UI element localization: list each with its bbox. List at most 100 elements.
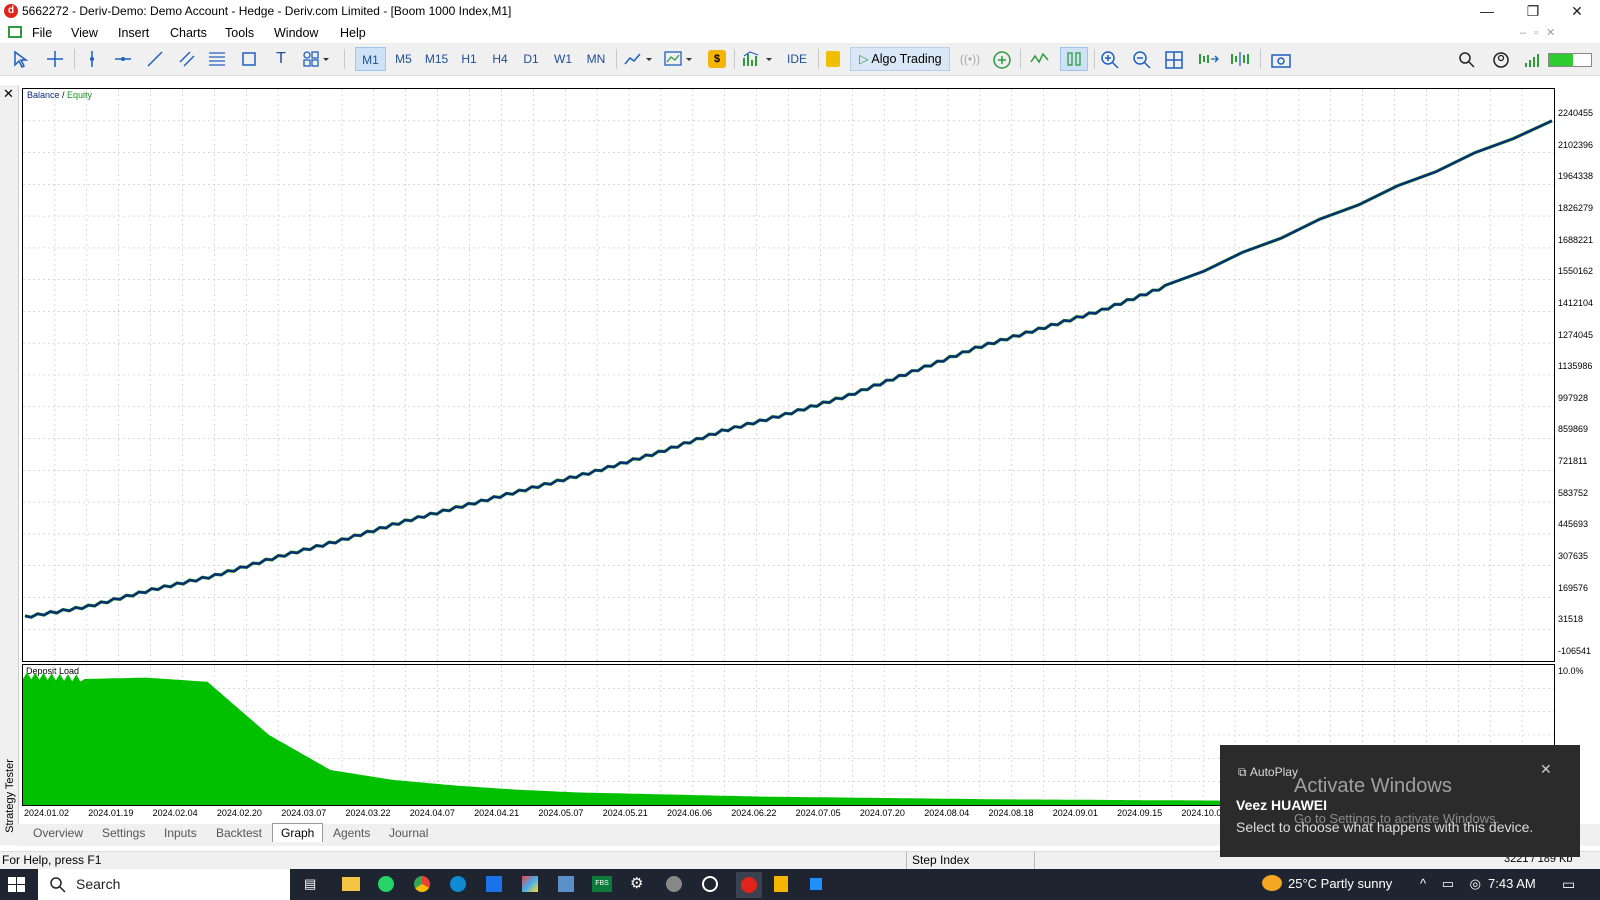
text-tool-icon[interactable]: T — [272, 47, 290, 71]
tab-backtest[interactable]: Backtest — [216, 826, 262, 840]
timeframe-m1[interactable]: M1 — [355, 47, 386, 71]
menu-tools[interactable]: Tools — [225, 26, 254, 40]
account-icon[interactable] — [1492, 51, 1510, 69]
lock-icon[interactable] — [826, 51, 840, 67]
tile-windows-icon[interactable] — [1164, 50, 1184, 70]
taskbar-search-box[interactable]: Search — [38, 869, 290, 900]
app2-icon[interactable] — [666, 876, 682, 892]
signals-icon[interactable]: ((•)) — [958, 47, 982, 71]
app3-icon[interactable] — [702, 876, 718, 892]
candles-toggle[interactable] — [1060, 47, 1088, 71]
menu-view[interactable]: View — [71, 26, 98, 40]
x-tick-label: 2024.05.07 — [538, 808, 584, 818]
timeframe-d1[interactable]: D1 — [517, 47, 545, 71]
metaeditor-icon[interactable] — [774, 876, 788, 892]
menu-file[interactable]: File — [32, 26, 52, 40]
edge-icon[interactable] — [450, 876, 466, 892]
y-tick-label: 1964338 — [1558, 171, 1594, 182]
trend-line-icon[interactable] — [146, 50, 164, 68]
photos-icon[interactable] — [522, 876, 538, 892]
taskbar-search-icon — [50, 877, 66, 893]
close-button[interactable]: ✕ — [1554, 0, 1600, 23]
y-tick-label: 1135986 — [1558, 361, 1593, 372]
whatsapp-icon[interactable] — [378, 876, 394, 892]
weather-icon — [1262, 875, 1282, 891]
system-tray-icons[interactable]: ^ ▭ ◎ — [1420, 876, 1487, 892]
tab-settings[interactable]: Settings — [102, 826, 145, 840]
algo-trading-button[interactable]: ▷ Algo Trading — [850, 47, 950, 71]
objects-icon[interactable] — [302, 50, 332, 68]
menu-help[interactable]: Help — [340, 26, 366, 40]
fibonacci-icon[interactable] — [208, 50, 226, 68]
auto-scroll-icon[interactable] — [1198, 50, 1220, 68]
menu-insert[interactable]: Insert — [118, 26, 149, 40]
connection-bar — [1548, 53, 1592, 67]
x-tick-label: 2024.03.22 — [345, 808, 391, 818]
tab-agents[interactable]: Agents — [333, 826, 370, 840]
timeframe-h1[interactable]: H1 — [455, 47, 483, 71]
close-panel-icon[interactable]: ✕ — [3, 86, 14, 102]
channel-icon[interactable] — [178, 50, 196, 68]
templates-icon[interactable] — [664, 50, 698, 68]
app-icon[interactable] — [558, 876, 574, 892]
mdi-controls[interactable]: –▫✕ — [1520, 26, 1563, 39]
timeframe-h4[interactable]: H4 — [486, 47, 514, 71]
x-tick-label: 2024.01.02 — [24, 808, 70, 818]
cursor-icon[interactable] — [12, 50, 30, 68]
tab-overview[interactable]: Overview — [33, 826, 83, 840]
x-tick-label: 2024.05.21 — [602, 808, 648, 818]
x-tick-label: 2024.06.06 — [667, 808, 713, 818]
y-tick-label: 2102396 — [1558, 139, 1594, 150]
tab-graph[interactable]: Graph — [272, 823, 324, 842]
crosshair-icon[interactable] — [46, 50, 64, 68]
clock[interactable]: 7:43 AM — [1488, 876, 1536, 891]
task-view-icon[interactable]: ▤ — [304, 876, 316, 892]
chart-type-icon[interactable] — [624, 50, 656, 68]
toast-close-icon[interactable]: ✕ — [1540, 761, 1552, 778]
screenshot-icon[interactable] — [1270, 51, 1292, 69]
balance-y-axis: 2240455 2102396 1964338 1826279 1688221 15501… — [1556, 88, 1600, 662]
market-watch-icon[interactable] — [8, 26, 22, 38]
dollar-icon[interactable]: $ — [708, 50, 726, 68]
toast-header: ⧉ AutoPlay — [1238, 765, 1298, 780]
timeframe-mn[interactable]: MN — [580, 47, 612, 71]
timeframe-m5[interactable]: M5 — [389, 47, 418, 71]
timeframe-w1[interactable]: W1 — [549, 47, 577, 71]
notifications-icon[interactable]: ▭ — [1562, 876, 1575, 893]
x-tick-label: 2024.07.05 — [795, 808, 841, 818]
market-watch-line-icon[interactable] — [1030, 50, 1050, 68]
timeframe-m15[interactable]: M15 — [421, 47, 452, 71]
zoom-out-icon[interactable] — [1132, 50, 1152, 70]
x-tick-label: 2024.04.07 — [409, 808, 455, 818]
indicators-icon[interactable] — [742, 50, 778, 68]
file-explorer-icon[interactable] — [342, 877, 360, 891]
y-tick-label: 169576 — [1558, 582, 1589, 593]
settings-icon[interactable]: ⚙ — [630, 874, 643, 892]
y-tick-label: 1550162 — [1558, 266, 1594, 277]
algo-trading-label: Algo Trading — [871, 52, 942, 66]
windows-start-icon[interactable] — [8, 877, 26, 893]
tab-inputs[interactable]: Inputs — [164, 826, 197, 840]
chrome-icon[interactable] — [414, 876, 430, 892]
menu-charts[interactable]: Charts — [170, 26, 207, 40]
tab-journal[interactable]: Journal — [389, 826, 428, 840]
app4-icon[interactable] — [810, 878, 822, 890]
fbs-icon[interactable]: FBS — [592, 876, 612, 892]
shapes-icon[interactable] — [240, 50, 258, 68]
weather-text[interactable]: 25°C Partly sunny — [1288, 876, 1392, 891]
ide-button[interactable]: IDE — [782, 47, 812, 71]
horizontal-line-icon[interactable] — [114, 50, 132, 68]
vertical-line-icon[interactable] — [84, 50, 100, 68]
search-icon[interactable] — [1458, 51, 1476, 69]
store-icon[interactable] — [486, 876, 502, 892]
strategy-tester-sidebar — [0, 85, 19, 845]
zoom-in-icon[interactable] — [1100, 50, 1120, 70]
deriv-taskbar-button[interactable] — [736, 872, 762, 898]
vps-icon[interactable] — [992, 50, 1012, 70]
restore-button[interactable]: ❐ — [1510, 0, 1556, 23]
menu-window[interactable]: Window — [274, 26, 318, 40]
minimize-button[interactable]: — — [1464, 0, 1510, 23]
chart-shift-icon[interactable] — [1230, 50, 1252, 68]
autoplay-notification[interactable]: ⧉ AutoPlay ✕ Activate Windows Veez HUAWE… — [1220, 745, 1580, 857]
x-tick-label: 2024.03.07 — [281, 808, 327, 818]
